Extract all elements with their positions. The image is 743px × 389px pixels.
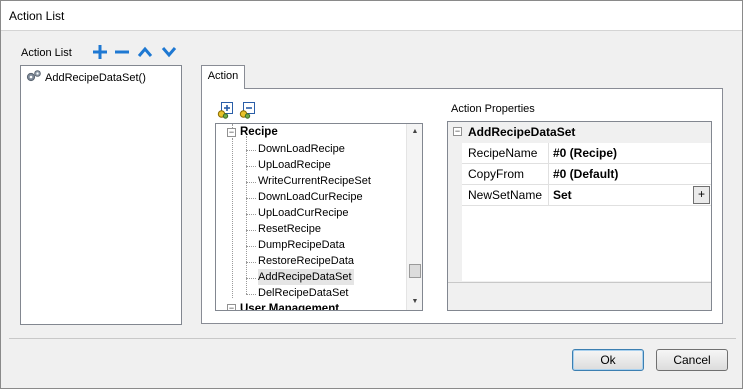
property-name: CopyFrom (462, 164, 549, 184)
expand-glyph: − (228, 127, 235, 137)
property-name: RecipeName (462, 143, 549, 163)
add-icon[interactable] (91, 44, 109, 60)
tree-item[interactable]: DownLoadRecipe (258, 141, 345, 157)
ok-button[interactable]: Ok (572, 349, 644, 371)
property-description-pane (448, 282, 711, 310)
cancel-button[interactable]: Cancel (656, 349, 728, 371)
tab-action[interactable]: Action (201, 65, 245, 89)
property-name: NewSetName (462, 185, 549, 205)
remove-icon[interactable] (113, 44, 131, 60)
add-set-button[interactable]: + (693, 186, 710, 204)
scroll-thumb[interactable] (409, 264, 421, 278)
property-row-recipename[interactable]: RecipeName #0 (Recipe) (462, 143, 711, 164)
action-tree[interactable]: − Recipe DownLoadRecipe UpLoadRecipe Wri… (215, 123, 423, 311)
scroll-down-icon[interactable]: ▼ (407, 294, 422, 310)
expand-glyph: − (228, 303, 235, 311)
property-value[interactable]: #0 (Default) (550, 164, 711, 184)
tree-item[interactable]: UpLoadCurRecipe (258, 205, 349, 221)
action-list[interactable]: AddRecipeDataSet() (20, 65, 182, 325)
collapse-toggle[interactable]: − (453, 127, 462, 136)
collapse-glyph: − (454, 126, 461, 136)
tab-action-label: Action (207, 70, 239, 82)
list-item[interactable]: AddRecipeDataSet() (26, 69, 146, 86)
tree-group-user-management[interactable]: User Management (240, 301, 339, 310)
property-value[interactable]: Set (550, 185, 711, 205)
property-grid-empty-area (462, 206, 711, 281)
window-title: Action List (9, 9, 65, 23)
action-list-label: Action List (21, 47, 72, 59)
scroll-up-icon[interactable]: ▲ (407, 124, 422, 140)
move-up-icon[interactable] (136, 44, 154, 60)
property-category[interactable]: − AddRecipeDataSet (448, 122, 711, 143)
tree-item[interactable]: RestoreRecipeData (258, 253, 354, 269)
title-bar: Action List (1, 1, 742, 31)
divider (9, 338, 736, 339)
expand-toggle[interactable]: − (227, 303, 236, 311)
gear-icon (26, 69, 42, 86)
property-grid: − AddRecipeDataSet RecipeName #0 (Recipe… (447, 121, 712, 311)
property-row-newsetname[interactable]: NewSetName Set + (462, 185, 711, 206)
property-row-copyfrom[interactable]: CopyFrom #0 (Default) (462, 164, 711, 185)
move-down-icon[interactable] (160, 44, 178, 60)
tree-item[interactable]: DownLoadCurRecipe (258, 189, 363, 205)
tree-item[interactable]: ResetRecipe (258, 221, 321, 237)
tree-item[interactable]: UpLoadRecipe (258, 157, 331, 173)
tree-item[interactable]: WriteCurrentRecipeSet (258, 173, 371, 189)
tree-group-recipe[interactable]: Recipe (240, 124, 278, 140)
tree-item-selected[interactable]: AddRecipeDataSet (258, 269, 354, 285)
expand-all-icon[interactable] (217, 101, 235, 119)
action-list-dialog: Action List Action List AddRecipeDataSet… (0, 0, 743, 389)
collapse-all-icon[interactable] (239, 101, 257, 119)
tree-item[interactable]: DumpRecipeData (258, 237, 345, 253)
property-value[interactable]: #0 (Recipe) (550, 143, 711, 163)
tree-item[interactable]: DelRecipeDataSet (258, 285, 349, 301)
property-category-title: AddRecipeDataSet (468, 125, 576, 139)
list-item-label: AddRecipeDataSet() (45, 71, 146, 84)
expand-toggle[interactable]: − (227, 128, 236, 137)
action-properties-label: Action Properties (451, 103, 535, 115)
tree-scrollbar[interactable]: ▲ ▼ (406, 124, 422, 310)
